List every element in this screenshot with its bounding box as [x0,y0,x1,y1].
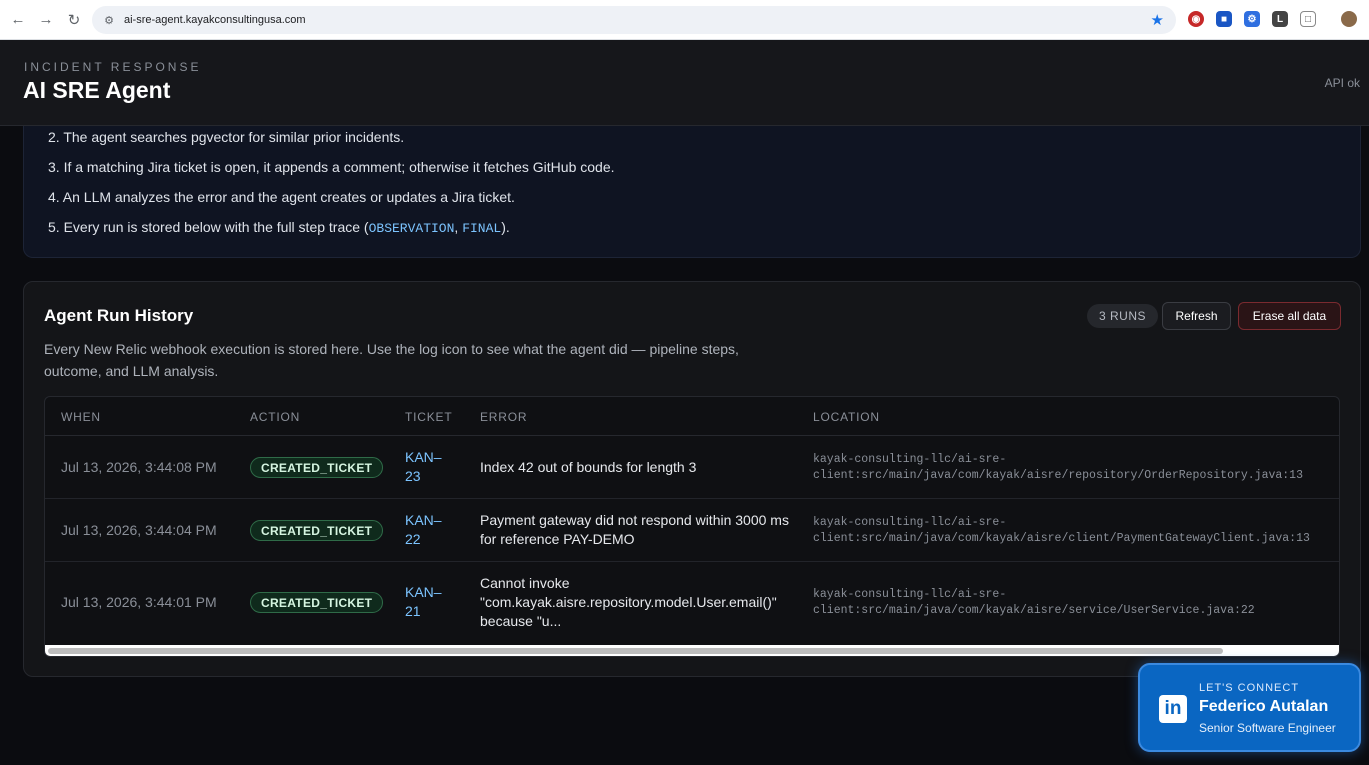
location-line-2: client:src/main/java/com/kayak/aisre/ser… [813,604,1255,617]
row-location: kayak-consulting-llc/ai-sre- client:src/… [813,452,1303,484]
row-location: kayak-consulting-llc/ai-sre- client:src/… [813,515,1310,547]
location-line-1: kayak-consulting-llc/ai-sre- [813,588,1007,601]
how-it-works-card: 2. The agent searches pgvector for simil… [23,126,1361,258]
section-title: Agent Run History [44,306,194,325]
runs-table: WHEN ACTION TICKET ERROR LOCATION Jul 13… [44,396,1340,657]
erase-all-button[interactable]: Erase all data [1238,302,1341,330]
connect-role: Senior Software Engineer [1199,721,1336,735]
table-row[interactable]: Jul 13, 2026, 3:44:01 PM CREATED_TICKET … [45,562,1339,644]
action-badge: CREATED_TICKET [250,592,384,613]
extension-icon[interactable]: ■ [1216,11,1232,27]
column-header-action: ACTION [250,410,301,424]
ticket-prefix: KAN– [405,512,442,528]
row-when: Jul 13, 2026, 3:44:01 PM [61,594,217,610]
api-status: API ok [1324,76,1360,90]
scrollbar-thumb[interactable] [48,648,1223,654]
ticket-prefix: KAN– [405,584,442,600]
row-when: Jul 13, 2026, 3:44:04 PM [61,522,217,538]
connect-name: Federico Autalan [1199,698,1329,715]
code-observation: OBSERVATION [368,221,455,236]
table-header: WHEN ACTION TICKET ERROR LOCATION [45,397,1339,436]
table-row[interactable]: Jul 13, 2026, 3:44:04 PM CREATED_TICKET … [45,499,1339,562]
app-header: INCIDENT RESPONSE AI SRE Agent API ok [0,40,1369,126]
horizontal-scrollbar[interactable] [45,645,1339,656]
location-line-2: client:src/main/java/com/kayak/aisre/rep… [813,469,1303,482]
step-item: 3. If a matching Jira ticket is open, it… [48,159,615,175]
reload-icon[interactable]: ↻ [60,6,88,34]
refresh-button[interactable]: Refresh [1162,302,1231,330]
bookmark-star-icon[interactable]: ★ [1151,11,1164,29]
location-line-1: kayak-consulting-llc/ai-sre- [813,516,1007,529]
url-text: ai-sre-agent.kayakconsultingusa.com [124,14,306,26]
row-location: kayak-consulting-llc/ai-sre- client:src/… [813,587,1255,619]
code-final: FINAL [462,221,502,236]
column-header-error: ERROR [480,410,528,424]
back-arrow-icon[interactable]: ← [4,6,32,34]
forward-arrow-icon[interactable]: → [32,6,60,34]
profile-avatar[interactable] [1341,11,1357,27]
column-header-location: LOCATION [813,410,880,424]
page-title: AI SRE Agent [23,77,171,103]
gear-extension-icon[interactable]: ⚙ [1244,11,1260,27]
browser-toolbar: ← → ↻ ⚙ ai-sre-agent.kayakconsultingusa.… [0,0,1369,40]
step-item: 2. The agent searches pgvector for simil… [48,129,405,145]
puzzle-extensions-icon[interactable]: □ [1300,11,1316,27]
table-row[interactable]: Jul 13, 2026, 3:44:08 PM CREATED_TICKET … [45,436,1339,499]
header-eyebrow: INCIDENT RESPONSE [24,60,202,74]
row-when: Jul 13, 2026, 3:44:08 PM [61,459,217,475]
l-extension-icon[interactable]: L [1272,11,1288,27]
connect-eyebrow: LET'S CONNECT [1199,682,1300,694]
row-error: Index 42 out of bounds for length 3 [480,459,697,475]
ticket-number: 23 [405,468,421,484]
row-error: Payment gateway did not respond within 3… [480,512,789,547]
ticket-number: 21 [405,603,421,619]
ticket-number: 22 [405,531,421,547]
action-badge: CREATED_TICKET [250,457,384,478]
ticket-link[interactable]: KAN– 23 [405,448,442,486]
step-text-end: ). [501,219,510,235]
column-header-when: WHEN [61,410,101,424]
row-error: Cannot invoke "com.kayak.aisre.repositor… [480,575,777,629]
step-text: 5. Every run is stored below with the fu… [48,219,369,235]
location-line-1: kayak-consulting-llc/ai-sre- [813,453,1007,466]
site-settings-icon[interactable]: ⚙ [102,13,116,27]
action-badge: CREATED_TICKET [250,520,384,541]
ticket-link[interactable]: KAN– 21 [405,583,442,621]
linkedin-icon: in [1159,695,1187,723]
linkedin-connect-card[interactable]: in LET'S CONNECT Federico Autalan Senior… [1138,663,1361,752]
ticket-prefix: KAN– [405,449,442,465]
section-description: Every New Relic webhook execution is sto… [44,341,739,379]
run-history-card: Agent Run History Every New Relic webhoo… [23,281,1361,677]
runs-count-badge: 3 RUNS [1087,304,1159,328]
location-line-2: client:src/main/java/com/kayak/aisre/cli… [813,532,1310,545]
shield-extension-icon[interactable]: ◉ [1188,11,1204,27]
step-item: 5. Every run is stored below with the fu… [48,219,510,236]
column-header-ticket: TICKET [405,410,453,424]
ticket-link[interactable]: KAN– 22 [405,511,442,549]
address-bar[interactable]: ⚙ ai-sre-agent.kayakconsultingusa.com ★ [92,6,1176,34]
step-item: 4. An LLM analyzes the error and the age… [48,189,515,205]
